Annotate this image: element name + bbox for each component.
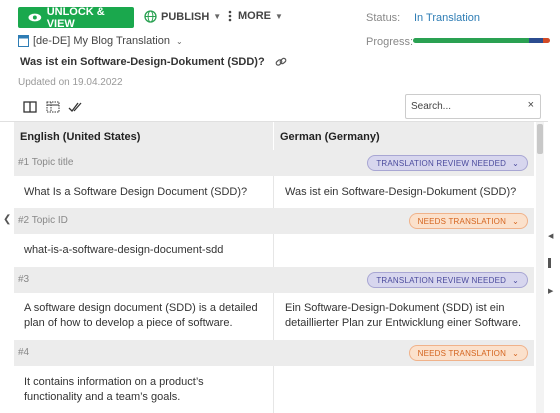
target-text[interactable]: Was ist ein Software-Design-Dokument (SD…: [285, 185, 525, 200]
chevron-down-icon: ⌄: [175, 36, 183, 46]
column-target-header: German (Germany): [280, 131, 380, 143]
updated-date: Updated on 19.04.2022: [18, 77, 123, 88]
column-divider: [273, 366, 274, 413]
segment-label: #4: [18, 347, 30, 358]
segment-header: #2 Topic ID NEEDS TRANSLATION ⌄: [14, 208, 534, 234]
segment-table: English (United States) German (Germany)…: [14, 122, 534, 413]
column-divider: [273, 293, 274, 340]
eye-icon: [28, 13, 42, 22]
split-view-icon[interactable]: [23, 100, 37, 114]
source-text[interactable]: A software design document (SDD) is a de…: [24, 301, 262, 331]
status-label: Status:: [366, 12, 401, 24]
header: UNLOCK & VIEW PUBLISH ▼ MORE ▼ Status: I…: [0, 0, 560, 96]
source-text[interactable]: what-is-a-software-design-document-sdd: [24, 243, 262, 258]
segment-header: #4 NEEDS TRANSLATION ⌄: [14, 340, 534, 366]
progress-bar: [413, 38, 550, 43]
unlock-view-label: UNLOCK & VIEW: [46, 5, 105, 30]
chevron-down-icon: ⌄: [512, 158, 519, 168]
source-text[interactable]: It contains information on a product’s f…: [24, 375, 262, 405]
segment-label: #3: [18, 274, 30, 285]
segment-label: #2 Topic ID: [18, 215, 68, 226]
scrollbar[interactable]: [536, 122, 544, 413]
source-text[interactable]: What Is a Software Design Document (SDD)…: [24, 185, 262, 200]
chevron-down-icon: ▼: [213, 12, 222, 21]
more-label: MORE: [238, 10, 271, 22]
scrollbar-thumb[interactable]: [537, 124, 543, 154]
progress-translated: [413, 38, 530, 43]
status-value[interactable]: In Translation: [414, 12, 480, 24]
target-text[interactable]: Ein Software-Design-Dokument (SDD) ist e…: [285, 301, 525, 331]
progress-review: [529, 38, 544, 43]
grid-view-icon[interactable]: [46, 100, 60, 114]
chevron-down-icon: ⌄: [512, 216, 519, 226]
document-title: Was ist ein Software-Design-Dokument (SD…: [20, 56, 287, 68]
segment-label: #1 Topic title: [18, 157, 74, 168]
segment-header: #1 Topic title TRANSLATION REVIEW NEEDED…: [14, 150, 534, 176]
project-name: [de-DE] My Blog Translation: [33, 35, 170, 47]
table-row: It contains information on a product’s f…: [14, 366, 534, 413]
chevron-right-icon[interactable]: ▶: [548, 287, 553, 295]
column-divider: [273, 176, 274, 208]
progress-needs: [543, 38, 550, 43]
search-input[interactable]: Search... ×: [405, 94, 541, 119]
document-title-text: Was ist ein Software-Design-Dokument (SD…: [20, 56, 265, 68]
segment-header: #3 TRANSLATION REVIEW NEEDED ⌄: [14, 267, 534, 293]
more-menu[interactable]: MORE ▼: [228, 10, 283, 22]
column-divider: [273, 234, 274, 267]
collapse-left-icon[interactable]: ❮: [3, 214, 11, 225]
close-icon[interactable]: ×: [528, 99, 534, 111]
progress-label: Progress:: [366, 36, 414, 48]
chevron-down-icon: ⌄: [512, 275, 519, 285]
unlock-view-button[interactable]: UNLOCK & VIEW: [18, 5, 134, 30]
table-row: What Is a Software Design Document (SDD)…: [14, 176, 534, 208]
document-icon: [18, 35, 29, 47]
publish-menu[interactable]: PUBLISH ▼: [144, 10, 221, 23]
publish-label: PUBLISH: [161, 10, 210, 23]
status-badge-text: NEEDS TRANSLATION: [417, 348, 507, 358]
double-check-icon[interactable]: [68, 100, 82, 114]
table-row: what-is-a-software-design-document-sdd: [14, 234, 534, 267]
link-icon[interactable]: [275, 56, 287, 68]
resize-handle[interactable]: [548, 258, 551, 268]
status-badge-text: TRANSLATION REVIEW NEEDED: [376, 275, 507, 285]
status-badge[interactable]: NEEDS TRANSLATION ⌄: [408, 213, 528, 229]
chevron-left-icon[interactable]: ◀: [548, 232, 553, 240]
search-placeholder: Search...: [411, 101, 452, 112]
globe-icon: [144, 10, 157, 23]
status-badge[interactable]: TRANSLATION REVIEW NEEDED ⌄: [367, 272, 528, 288]
chevron-down-icon: ▼: [275, 11, 283, 21]
status-badge-text: TRANSLATION REVIEW NEEDED: [376, 158, 507, 168]
column-source-header: English (United States): [20, 131, 141, 143]
kebab-icon: [228, 10, 232, 22]
table-header: English (United States) German (Germany): [14, 122, 534, 150]
chevron-down-icon: ⌄: [512, 348, 519, 358]
status-badge[interactable]: TRANSLATION REVIEW NEEDED ⌄: [367, 155, 528, 171]
project-selector[interactable]: [de-DE] My Blog Translation ⌄: [18, 35, 183, 47]
table-row: A software design document (SDD) is a de…: [14, 293, 534, 340]
column-divider: [273, 122, 274, 150]
status-badge[interactable]: NEEDS TRANSLATION ⌄: [408, 345, 528, 361]
status-badge-text: NEEDS TRANSLATION: [417, 216, 507, 226]
